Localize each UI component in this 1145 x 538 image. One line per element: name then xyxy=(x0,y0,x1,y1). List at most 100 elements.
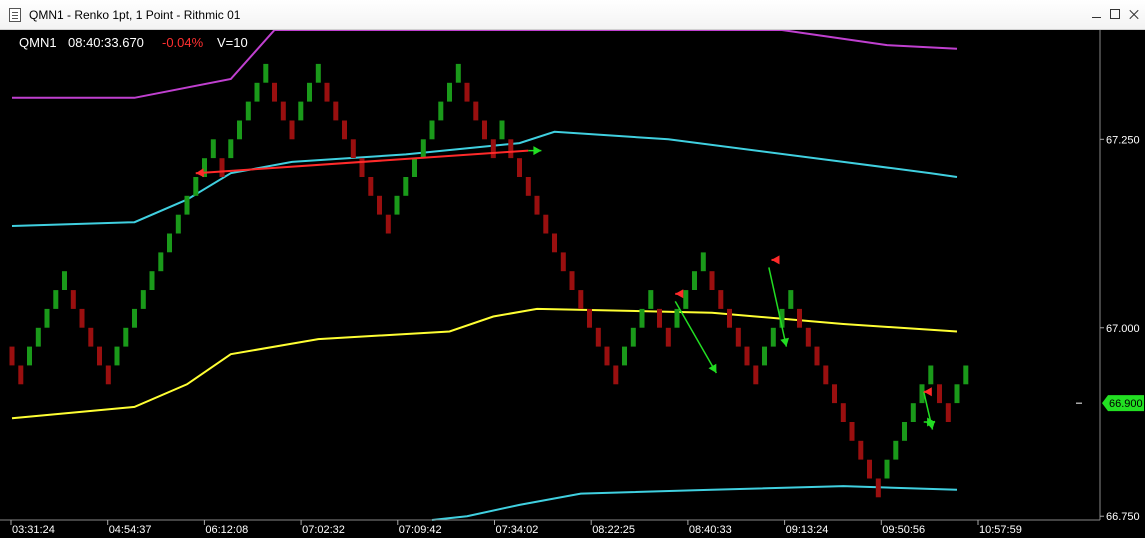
renko-brick-down xyxy=(744,346,750,366)
renko-brick-up xyxy=(788,290,794,309)
renko-brick-down xyxy=(79,308,85,328)
window-titlebar: QMN1 - Renko 1pt, 1 Point - Rithmic 01 xyxy=(0,0,1145,30)
renko-brick-down xyxy=(368,177,374,196)
renko-brick-down xyxy=(105,365,111,385)
renko-brick-down xyxy=(718,290,724,309)
renko-brick-down xyxy=(657,308,662,328)
time-tick-label: 08:40:33 xyxy=(689,524,732,536)
renko-brick-up xyxy=(245,101,251,121)
quote-time: 08:40:33.670 xyxy=(68,35,144,50)
renko-brick-up xyxy=(167,233,172,253)
renko-brick-up xyxy=(237,120,242,140)
renko-brick-up xyxy=(193,177,199,196)
renko-brick-down xyxy=(482,120,487,140)
renko-brick-up xyxy=(175,214,181,234)
quote-volume: V=10 xyxy=(217,35,248,50)
renko-brick-up xyxy=(683,290,689,309)
renko-brick-up xyxy=(893,440,899,460)
renko-brick-down xyxy=(595,327,601,347)
renko-brick-up xyxy=(455,63,461,83)
renko-brick-up xyxy=(762,346,767,366)
renko-brick-down xyxy=(727,308,732,328)
renko-brick-up xyxy=(27,346,32,366)
renko-brick-up xyxy=(298,101,304,121)
renko-brick-down xyxy=(709,271,715,290)
renko-brick-down xyxy=(814,346,820,366)
renko-brick-down xyxy=(797,308,802,328)
renko-brick-down xyxy=(875,478,881,498)
renko-brick-down xyxy=(280,101,286,121)
renko-brick-up xyxy=(884,459,890,479)
renko-brick-down xyxy=(587,308,592,328)
renko-brick-down xyxy=(517,158,522,177)
renko-brick-down xyxy=(219,158,225,177)
renko-brick-up xyxy=(770,327,776,347)
renko-brick-up xyxy=(44,308,50,328)
renko-brick-down xyxy=(97,346,102,366)
renko-brick-up xyxy=(149,271,155,290)
document-icon xyxy=(9,8,21,22)
renko-brick-down xyxy=(377,195,382,215)
renko-brick-up xyxy=(35,327,41,347)
renko-brick-down xyxy=(525,177,531,196)
time-tick-label: 08:22:25 xyxy=(592,524,635,536)
price-tick-label: 67.250 xyxy=(1106,134,1140,146)
renko-brick-down xyxy=(858,440,864,460)
renko-brick-down xyxy=(385,214,391,234)
renko-chart[interactable]: 67.250 67.000 66.750 66.900 03:31:24 04:54:3… xyxy=(0,30,1145,538)
renko-brick-down xyxy=(613,365,619,385)
renko-brick-up xyxy=(902,422,907,441)
close-icon[interactable] xyxy=(1126,6,1142,22)
renko-brick-down xyxy=(552,233,557,253)
renko-brick-up xyxy=(123,327,129,347)
renko-brick-down xyxy=(937,384,942,404)
renko-brick-up xyxy=(315,63,321,83)
renko-brick-down xyxy=(665,327,671,347)
renko-brick-up xyxy=(62,271,67,290)
time-tick-label: 06:12:08 xyxy=(205,524,248,536)
time-tick-label: 07:09:42 xyxy=(399,524,442,536)
renko-brick-down xyxy=(867,459,872,479)
renko-brick-down xyxy=(945,403,951,422)
price-tick-label: 66.750 xyxy=(1106,511,1140,523)
window-title: QMN1 - Renko 1pt, 1 Point - Rithmic 01 xyxy=(29,8,241,22)
renko-brick-down xyxy=(753,365,759,385)
renko-brick-up xyxy=(648,290,654,309)
renko-brick-up xyxy=(254,82,260,102)
renko-brick-down xyxy=(543,214,549,234)
renko-brick-up xyxy=(114,346,120,366)
renko-brick-down xyxy=(342,120,347,140)
renko-brick-up xyxy=(499,120,505,140)
renko-brick-up xyxy=(639,308,645,328)
renko-brick-up xyxy=(53,290,59,309)
renko-brick-up xyxy=(307,82,312,102)
renko-brick-up xyxy=(184,195,190,215)
renko-brick-down xyxy=(473,101,479,121)
renko-brick-up xyxy=(132,308,137,328)
renko-brick-down xyxy=(560,252,566,272)
renko-brick-down xyxy=(272,82,277,102)
time-tick-label: 04:54:37 xyxy=(109,524,152,536)
maximize-icon[interactable] xyxy=(1107,6,1123,22)
renko-brick-up xyxy=(228,139,234,159)
renko-brick-up xyxy=(447,82,452,102)
quote-symbol: QMN1 xyxy=(19,35,57,50)
renko-brick-up xyxy=(420,139,426,159)
time-tick-label: 07:02:32 xyxy=(302,524,345,536)
renko-brick-down xyxy=(350,139,356,159)
renko-brick-up xyxy=(158,252,164,272)
renko-brick-down xyxy=(578,290,584,309)
renko-brick-up xyxy=(412,158,417,177)
renko-brick-down xyxy=(534,195,540,215)
renko-brick-up xyxy=(674,308,680,328)
renko-brick-up xyxy=(140,290,146,309)
renko-brick-up xyxy=(622,346,627,366)
renko-brick-down xyxy=(569,271,575,290)
minimize-icon[interactable] xyxy=(1089,6,1105,22)
time-tick-label: 10:57:59 xyxy=(979,524,1022,536)
renko-brick-up xyxy=(429,120,435,140)
renko-brick-up xyxy=(403,177,409,196)
renko-brick-down xyxy=(490,139,496,159)
time-tick-label: 09:50:56 xyxy=(882,524,925,536)
renko-brick-down xyxy=(805,327,811,347)
